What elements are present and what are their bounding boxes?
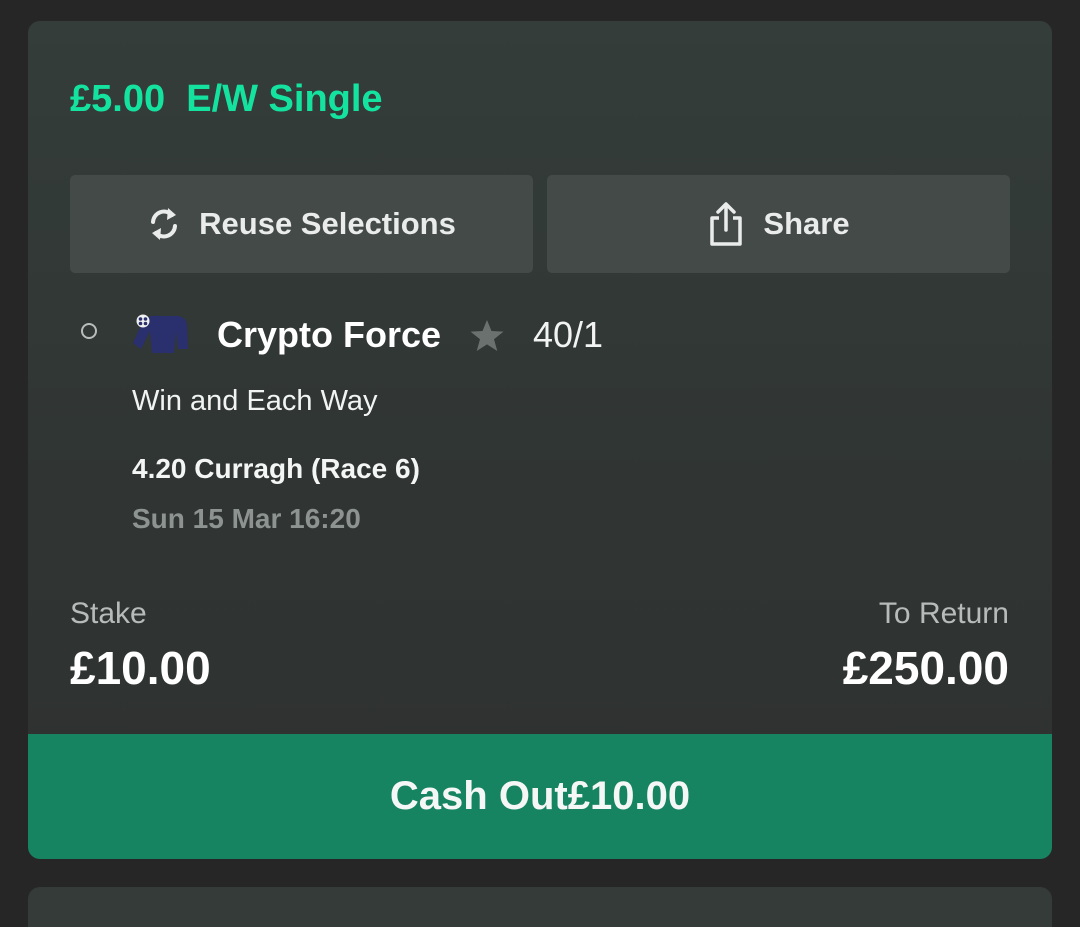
selection-status-radio [81,323,97,339]
cash-out-amount: £10.00 [567,774,691,818]
stake-value: £10.00 [70,642,211,694]
bet-card: £5.00 E/W Single Reuse Selections Share … [28,21,1052,859]
reuse-selections-label: Reuse Selections [199,206,456,241]
bet-stake: £5.00 [70,78,166,120]
race-name: 4.20 Curragh (Race 6) [132,453,420,484]
stake-label: Stake [70,597,147,630]
share-label: Share [763,206,850,241]
reuse-selections-button[interactable]: Reuse Selections [70,175,533,273]
selection-odds: 40/1 [533,314,604,355]
market-name: Win and Each Way [132,385,378,417]
bet-type: E/W Single [186,78,383,120]
cash-out-label: Cash Out [389,774,568,818]
jockey-silks-icon [132,313,190,360]
share-button[interactable]: Share [547,175,1010,273]
next-bet-card [28,887,1052,927]
to-return-label: To Return [878,597,1009,630]
horse-name: Crypto Force [217,314,442,355]
bet-header: £5.00 E/W Single [70,77,383,121]
share-icon [710,202,743,246]
to-return-value: £250.00 [842,642,1009,694]
race-datetime: Sun 15 Mar 16:20 [132,503,361,534]
refresh-icon [151,208,178,240]
star-icon[interactable] [469,319,505,358]
cash-out-button[interactable]: Cash Out £10.00 [28,734,1052,859]
